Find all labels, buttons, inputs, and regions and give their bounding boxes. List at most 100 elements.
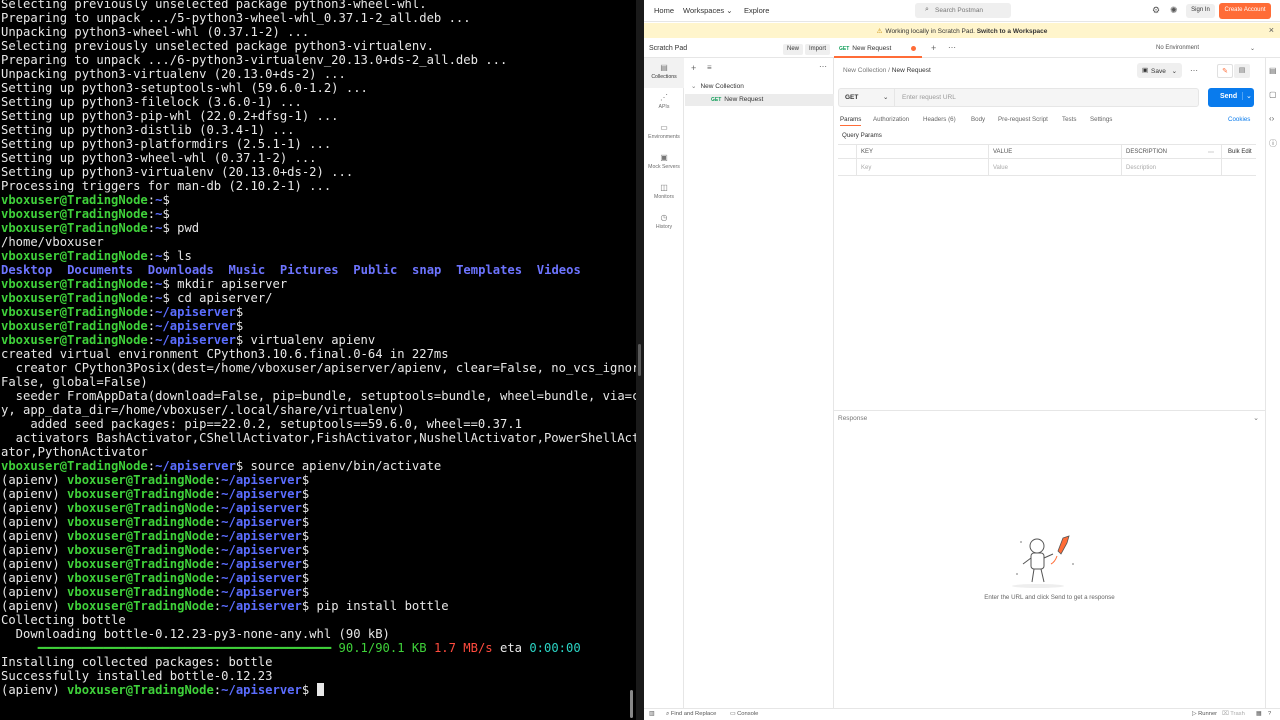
save-button[interactable]: ▣ Save ⌄	[1137, 63, 1182, 78]
tab-settings[interactable]: Settings	[1090, 116, 1112, 123]
filter-icon[interactable]: ≡	[707, 63, 712, 72]
collection-item[interactable]: ⌄ New Collection	[685, 80, 834, 92]
terminal-text: ~/apiserver	[221, 571, 302, 585]
find-replace-button[interactable]: ⌕ Find and Replace	[666, 711, 716, 718]
unsaved-dot	[911, 46, 916, 51]
terminal-line: /home/vboxuser	[1, 235, 628, 249]
url-bar: GET ⌄ Enter request URL	[838, 88, 1199, 107]
new-button[interactable]: New	[783, 44, 804, 55]
trash-button[interactable]: ⌧ Trash	[1222, 711, 1245, 717]
terminal-text: Unpacking python3-virtualenv (20.13.0+ds…	[1, 67, 346, 81]
help-icon[interactable]: ?	[1268, 711, 1271, 717]
terminal-output: Selecting previously unselected package …	[1, 0, 636, 697]
terminal-window[interactable]: Selecting previously unselected package …	[0, 0, 636, 720]
breadcrumb-current[interactable]: New Request	[892, 67, 931, 74]
terminal-text: vboxuser@TradingNode	[1, 459, 148, 473]
terminal-line: Setting up python3-virtualenv (20.13.0+d…	[1, 165, 628, 179]
info-icon[interactable]: ⓘ	[1269, 138, 1277, 149]
environment-select[interactable]: No Environment ⌄	[1156, 45, 1256, 52]
split-handle[interactable]	[638, 344, 641, 376]
terminal-line: Setting up python3-wheel-whl (0.37.1-2) …	[1, 151, 628, 165]
request-item[interactable]: GET New Request	[685, 94, 834, 106]
col-description: DESCRIPTION	[1126, 149, 1168, 155]
edit-icon[interactable]: ✎	[1217, 64, 1233, 78]
tab-tests[interactable]: Tests	[1062, 116, 1076, 123]
rail-history[interactable]: ◷ History	[644, 208, 684, 238]
rail-history-label: History	[655, 224, 673, 230]
terminal-line: added seed packages: pip==22.0.2, setupt…	[1, 417, 628, 431]
table-row: Key Value Description	[838, 160, 1256, 176]
tab-authorization[interactable]: Authorization	[873, 116, 909, 123]
terminal-line: (apienv) vboxuser@TradingNode:~/apiserve…	[1, 571, 628, 585]
split-divider[interactable]	[636, 0, 644, 720]
more-tabs-icon[interactable]: ⋯	[948, 43, 956, 52]
chevron-down-icon: ⌄	[1171, 68, 1178, 75]
chevron-down-icon[interactable]: ⌄	[1253, 414, 1259, 422]
satellite-icon[interactable]: ⚙	[1152, 5, 1160, 16]
tab-body[interactable]: Body	[971, 116, 985, 123]
nav-workspaces[interactable]: Workspaces ⌄	[683, 6, 733, 15]
comment-icon[interactable]: ▤	[1234, 64, 1250, 78]
terminal-text: Templates	[456, 263, 523, 277]
value-input[interactable]: Value	[993, 165, 1008, 171]
response-panel-header[interactable]: Response ⌄	[834, 410, 1265, 426]
switch-workspace-link[interactable]: Switch to a Workspace	[977, 28, 1048, 35]
key-input[interactable]: Key	[861, 165, 871, 171]
close-icon[interactable]: ×	[1269, 25, 1274, 35]
comments-icon[interactable]: ▢	[1269, 90, 1277, 99]
breadcrumb-parent[interactable]: New Collection	[843, 67, 886, 74]
nav-explore[interactable]: Explore	[744, 6, 769, 15]
more-icon[interactable]: ⋯	[1208, 149, 1214, 156]
terminal-text: 90.1/90.1 KB	[338, 641, 427, 655]
layout-icon[interactable]: ▦	[1256, 711, 1261, 717]
terminal-line: (apienv) vboxuser@TradingNode:~/apiserve…	[1, 529, 628, 543]
terminal-text: $	[301, 501, 310, 515]
tab-params[interactable]: Params	[840, 116, 862, 126]
rail-collections[interactable]: ▤ Collections	[644, 58, 684, 88]
terminal-text: $	[301, 473, 310, 487]
import-button[interactable]: Import	[805, 44, 831, 55]
terminal-text: ~/apiserver	[155, 319, 236, 333]
terminal-line: Selecting previously unselected package …	[1, 39, 628, 53]
rail-apis[interactable]: ⋰ APIs	[644, 88, 684, 118]
tab-new-request[interactable]: GET New Request	[834, 40, 922, 58]
settings-icon[interactable]: ✺	[1170, 5, 1178, 16]
rail-apis-label: APIs	[658, 104, 670, 110]
terminal-text: (apienv)	[1, 515, 68, 529]
tab-pre-request-script[interactable]: Pre-request Script	[998, 116, 1048, 123]
more-icon[interactable]: ⋯	[1190, 66, 1198, 75]
runner-button[interactable]: ▷ Runner	[1192, 711, 1217, 717]
cookies-link[interactable]: Cookies	[1228, 116, 1250, 123]
description-input[interactable]: Description	[1126, 165, 1156, 171]
terminal-scroll-thumb[interactable]	[630, 690, 633, 718]
more-icon[interactable]: ⋯	[819, 62, 827, 71]
sign-in-button[interactable]: Sign In	[1186, 4, 1215, 18]
nav-home[interactable]: Home	[654, 6, 674, 15]
search-input[interactable]: ⌕ Search Postman	[915, 3, 1011, 18]
rail-mock-servers[interactable]: ▣ Mock Servers	[644, 148, 684, 178]
method-select[interactable]: GET ⌄	[839, 89, 895, 106]
save-label: Save	[1151, 68, 1166, 75]
rail-monitors[interactable]: ◫ Monitors	[644, 178, 684, 208]
bulk-edit-button[interactable]: Bulk Edit	[1228, 149, 1252, 155]
terminal-text: (apienv)	[1, 683, 68, 697]
plus-icon[interactable]: +	[691, 63, 696, 73]
code-icon[interactable]: ‹›	[1269, 114, 1274, 123]
create-account-button[interactable]: Create Account	[1219, 3, 1271, 19]
new-tab-icon[interactable]: +	[931, 43, 936, 53]
terminal-text: Selecting previously unselected package …	[1, 39, 434, 53]
terminal-text: (apienv)	[1, 557, 68, 571]
terminal-text: :	[147, 207, 156, 221]
send-button[interactable]: Send ⌄	[1208, 88, 1254, 107]
terminal-scrollbar[interactable]	[630, 0, 633, 720]
terminal-line: ator,PythonActivator	[1, 445, 628, 459]
documentation-icon[interactable]: ▤	[1269, 66, 1277, 75]
url-input[interactable]: Enter request URL	[902, 94, 956, 101]
tab-headers[interactable]: Headers (6)	[923, 116, 956, 123]
terminal-text: Preparing to unpack .../6-python3-virtua…	[1, 53, 508, 67]
terminal-line: Processing triggers for man-db (2.10.2-1…	[1, 179, 628, 193]
sidebar-toggle-icon[interactable]: ▥	[649, 711, 654, 717]
console-button[interactable]: ▭ Console	[730, 711, 758, 717]
rail-environments[interactable]: ▭ Environments	[644, 118, 684, 148]
column-divider	[1221, 144, 1222, 176]
